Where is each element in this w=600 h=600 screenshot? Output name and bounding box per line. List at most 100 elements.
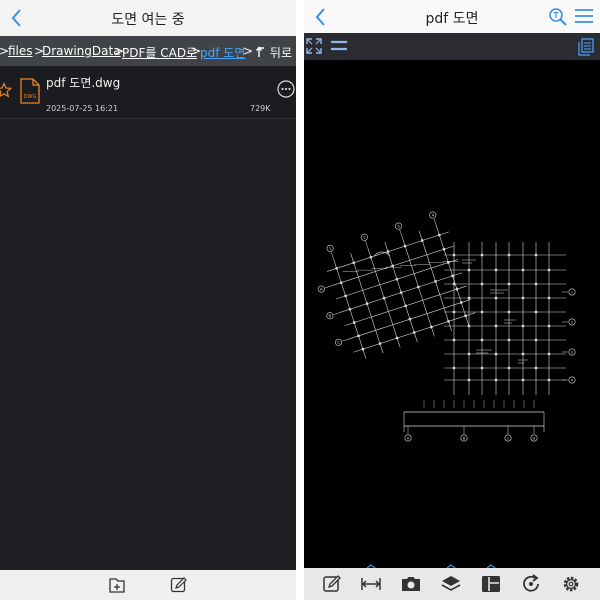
plan-column: [521, 378, 525, 382]
plan-column: [494, 378, 498, 382]
file-name: pdf 도면.dwg: [46, 76, 121, 90]
right-top-bar: pdf 도면: [304, 0, 600, 33]
plan-column: [507, 282, 511, 286]
grid-label: D: [533, 436, 536, 441]
plan-column: [412, 330, 416, 335]
plan-column: [480, 338, 484, 342]
return-arrow-icon: [256, 46, 265, 57]
plan-column: [339, 281, 343, 285]
plan-column: [534, 253, 538, 257]
plan-column: [494, 324, 498, 328]
plan-line: [342, 271, 359, 272]
dwg-file-icon: DWG: [20, 78, 40, 104]
plan-column: [344, 294, 348, 298]
search-text-icon[interactable]: [548, 7, 568, 27]
plan-column: [352, 321, 356, 325]
layout-list-icon[interactable]: [578, 38, 594, 56]
back-button-label: 뒤로: [269, 46, 292, 60]
plan-column: [507, 310, 511, 314]
more-options-icon[interactable]: [277, 80, 295, 98]
plan-column: [452, 338, 456, 342]
menu-icon[interactable]: [574, 8, 594, 24]
file-size: 729K: [250, 104, 271, 113]
plan-column: [547, 352, 551, 356]
plan-column: [335, 266, 339, 270]
plan-column: [467, 296, 471, 300]
plan-column: [507, 338, 511, 342]
grid-label: A: [407, 436, 410, 441]
plan-column: [464, 314, 468, 318]
plan-column: [395, 336, 399, 340]
viewer-bottom-toolbar: [304, 564, 600, 600]
breadcrumb-files[interactable]: files: [8, 44, 33, 58]
plan-details: [373, 251, 528, 364]
plan-column: [534, 282, 538, 286]
plan-column: [361, 347, 365, 351]
plan-column: [534, 338, 538, 342]
plan-column: [420, 239, 424, 243]
edit-icon[interactable]: [170, 576, 188, 594]
markup-icon[interactable]: [322, 574, 344, 594]
plan-column: [352, 261, 356, 265]
plan-column: [480, 310, 484, 314]
plan-line: [331, 252, 334, 259]
camera-icon[interactable]: [400, 574, 422, 594]
plan-line: [357, 269, 373, 271]
grid-label: 2: [571, 320, 574, 325]
plan-column: [459, 300, 463, 305]
plan-column: [507, 366, 511, 370]
plan-column: [429, 325, 433, 329]
grid-label: 1: [328, 246, 332, 252]
measure-icon[interactable]: [360, 564, 382, 594]
layout-icon[interactable]: [480, 564, 502, 594]
floor-plan-drawing: A B C D 1 2 3 4 1 2 3 4 A B C: [317, 211, 576, 442]
breadcrumb-drawingdata[interactable]: DrawingData: [42, 44, 121, 58]
plan-column: [467, 352, 471, 356]
plan-column: [451, 274, 455, 278]
plan-column: [365, 302, 369, 306]
plan-column: [507, 253, 511, 257]
fullscreen-icon[interactable]: [306, 38, 322, 54]
back-button[interactable]: 뒤로: [256, 44, 292, 61]
plan-column: [521, 268, 525, 272]
grid-label: 4: [571, 378, 574, 383]
plan-column: [442, 247, 446, 251]
plan-column: [395, 277, 399, 281]
plan-column: [416, 285, 420, 289]
plan-column: [521, 324, 525, 328]
plan-column: [480, 282, 484, 286]
plan-column: [534, 310, 538, 314]
breadcrumb-pdf-to-cad[interactable]: PDF를 CAD로: [122, 44, 197, 61]
plan-column: [433, 279, 438, 283]
grid-label: B: [328, 313, 332, 319]
plan-column: [494, 268, 498, 272]
plan-line: [433, 218, 437, 226]
plan-column: [480, 253, 484, 257]
grid-label: 4: [431, 212, 435, 218]
plan-column: [494, 296, 498, 300]
plan-column: [467, 268, 471, 272]
plan-column: [357, 334, 361, 338]
plan-column: [452, 366, 456, 370]
plan-column: [386, 250, 390, 254]
plan-column: [437, 233, 441, 237]
settings-icon[interactable]: [560, 574, 582, 594]
grid-label: 3: [571, 350, 574, 355]
plan-column: [467, 378, 471, 382]
plan-column: [534, 366, 538, 370]
plan-column: [403, 244, 407, 248]
add-file-icon[interactable]: [108, 576, 126, 595]
star-icon[interactable]: [0, 82, 12, 98]
breadcrumb-current[interactable]: pdf 도면: [200, 44, 245, 61]
drawing-canvas[interactable]: A B C D 1 2 3 4 1 2 3 4 A B C: [304, 60, 600, 568]
plan-line: [333, 312, 341, 315]
grid-label: 2: [362, 234, 366, 240]
grid-label: 1: [571, 290, 574, 295]
file-list-item[interactable]: DWG pdf 도면.dwg 2025-07-25 16:21 729K: [0, 66, 296, 119]
refresh-icon[interactable]: [520, 574, 542, 594]
layers-icon[interactable]: [440, 564, 462, 594]
collapse-toolbar-icon[interactable]: [330, 39, 348, 53]
plan-column: [399, 291, 403, 295]
left-bottom-toolbar: [0, 570, 296, 600]
file-type-badge: DWG: [24, 94, 37, 100]
